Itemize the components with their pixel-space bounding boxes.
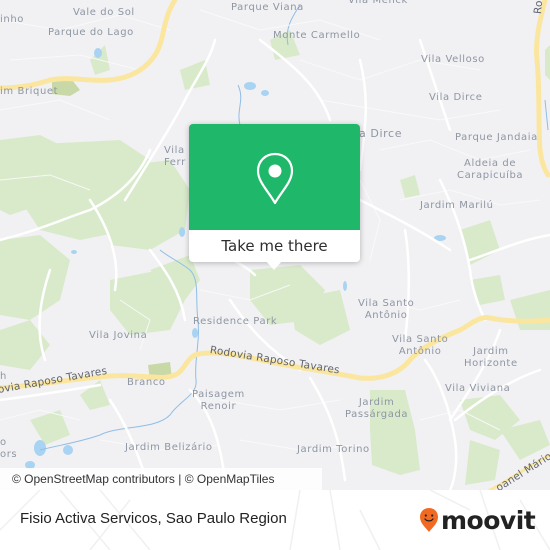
take-me-there-button[interactable]: Take me there bbox=[189, 230, 360, 262]
place-name: Fisio Activa Servicos, Sao Paulo Region bbox=[20, 510, 287, 527]
place-label-jardim-passargada: Jardim Passárgada bbox=[345, 397, 408, 421]
place-label-line: Antônio bbox=[364, 310, 408, 321]
moovit-smiley-pin-icon bbox=[420, 508, 438, 532]
place-label-vila-dirce-partial: a Dirce bbox=[359, 127, 403, 140]
place-label-fragment-o: o bbox=[0, 437, 7, 448]
popup-header[interactable] bbox=[189, 124, 360, 230]
moovit-logo[interactable]: moovit bbox=[419, 504, 536, 536]
place-label-line: Renoir bbox=[200, 401, 237, 412]
place-label-inho: inho bbox=[0, 14, 24, 25]
footer-bar: Fisio Activa Servicos, Sao Paulo Region … bbox=[0, 490, 550, 550]
map-view[interactable]: inho Vale do Sol Parque do Lago im Briqu… bbox=[0, 0, 550, 490]
place-label-jardim-marilu: Jardim Marilú bbox=[420, 200, 494, 211]
place-label-vila-jovina: Vila Jovina bbox=[89, 330, 148, 341]
place-label-jardim-horizonte: Jardim Horizonte bbox=[464, 346, 518, 370]
place-label-line: Vila Santo bbox=[358, 298, 415, 309]
place-label-vila-ferr: Vila Ferr bbox=[164, 145, 186, 169]
place-label-line: Jardim bbox=[473, 346, 509, 357]
place-label-vila-viviana: Vila Viviana bbox=[445, 383, 511, 394]
place-label-line: Vila bbox=[164, 145, 185, 156]
place-label-line: Horizonte bbox=[464, 358, 518, 369]
place-label-jardim-torino: Jardim Torino bbox=[297, 444, 370, 455]
road-label-fragment-ro: Ro bbox=[532, 0, 546, 15]
place-label-vila-santo-antonio-2: Vila Santo Antônio bbox=[392, 334, 448, 358]
place-label-residence-park: Residence Park bbox=[193, 316, 278, 327]
place-label-line: Ferr bbox=[164, 157, 186, 168]
place-label-monte-carmello: Monte Carmello bbox=[273, 30, 361, 41]
place-label-vila-velloso: Vila Velloso bbox=[421, 54, 485, 65]
place-label-line: Vila Santo bbox=[392, 334, 449, 345]
place-label-fragment-h: h bbox=[0, 371, 7, 382]
place-label-aldeia-de-carapicuiba: Aldeia de Carapicuíba bbox=[457, 158, 523, 182]
place-label-line: Aldeia de bbox=[464, 158, 517, 169]
place-label-vila-santo-antonio-1: Vila Santo Antônio bbox=[358, 298, 414, 322]
place-label-vila-dirce: Vila Dirce bbox=[429, 92, 483, 103]
map-card: inho Vale do Sol Parque do Lago im Briqu… bbox=[0, 0, 550, 550]
location-popup[interactable]: Take me there bbox=[189, 124, 360, 270]
place-label-paisagem-renoir: Paisagem Renoir bbox=[192, 389, 245, 413]
popup-pointer bbox=[266, 261, 282, 270]
place-label-line: Paisagem bbox=[192, 389, 245, 400]
place-label-vale-do-sol: Vale do Sol bbox=[73, 7, 135, 18]
place-label-parque-jandaia: Parque Jandaia bbox=[455, 132, 538, 143]
place-label-line: Carapicuíba bbox=[457, 170, 524, 181]
popup-footer[interactable]: Take me there bbox=[189, 230, 360, 262]
moovit-wordmark: moovit bbox=[441, 505, 536, 535]
place-label-parque-do-lago: Parque do Lago bbox=[48, 27, 134, 38]
place-label-jardim-belizario: Jardim Belizário bbox=[125, 442, 213, 453]
map-attribution[interactable]: © OpenStreetMap contributors | © OpenMap… bbox=[0, 468, 322, 490]
place-label-vila-menck: Vila Menck bbox=[348, 0, 408, 6]
map-pin-icon bbox=[256, 152, 294, 205]
place-label-branco: Branco bbox=[127, 377, 166, 388]
place-label-line: Antônio bbox=[398, 346, 442, 357]
place-label-jardim-briquet: im Briquet bbox=[0, 86, 59, 97]
place-label-line: Passárgada bbox=[345, 409, 409, 420]
place-label-fragment-ors: ors bbox=[0, 449, 18, 460]
place-label-parque-viana: Parque Viana bbox=[231, 2, 304, 13]
place-label-line: Jardim bbox=[358, 397, 395, 408]
